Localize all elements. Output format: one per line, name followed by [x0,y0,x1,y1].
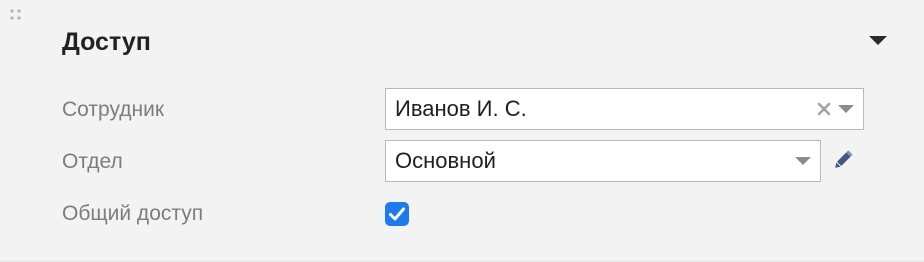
employee-select[interactable]: Иванов И. С. [385,88,864,130]
edit-department-button[interactable] [831,148,855,172]
collapse-toggle-icon[interactable] [864,30,892,52]
checkmark-icon [389,207,405,221]
employee-label: Сотрудник [62,98,165,121]
chevron-down-icon[interactable] [795,157,811,166]
shared-access-checkbox[interactable] [385,202,409,226]
chevron-down-icon[interactable] [838,105,854,114]
employee-select-value: Иванов И. С. [395,96,527,121]
shared-access-label: Общий доступ [62,202,204,225]
department-select[interactable]: Основной [385,140,821,182]
clear-x-icon[interactable] [817,102,831,116]
pencil-icon [835,150,853,168]
department-select-value: Основной [395,148,496,173]
access-panel: Доступ Сотрудник Иванов И. С. Отдел Осно… [0,0,924,262]
section-title: Доступ [62,28,151,56]
drag-handle-icon[interactable] [9,8,23,22]
department-label: Отдел [62,150,123,173]
